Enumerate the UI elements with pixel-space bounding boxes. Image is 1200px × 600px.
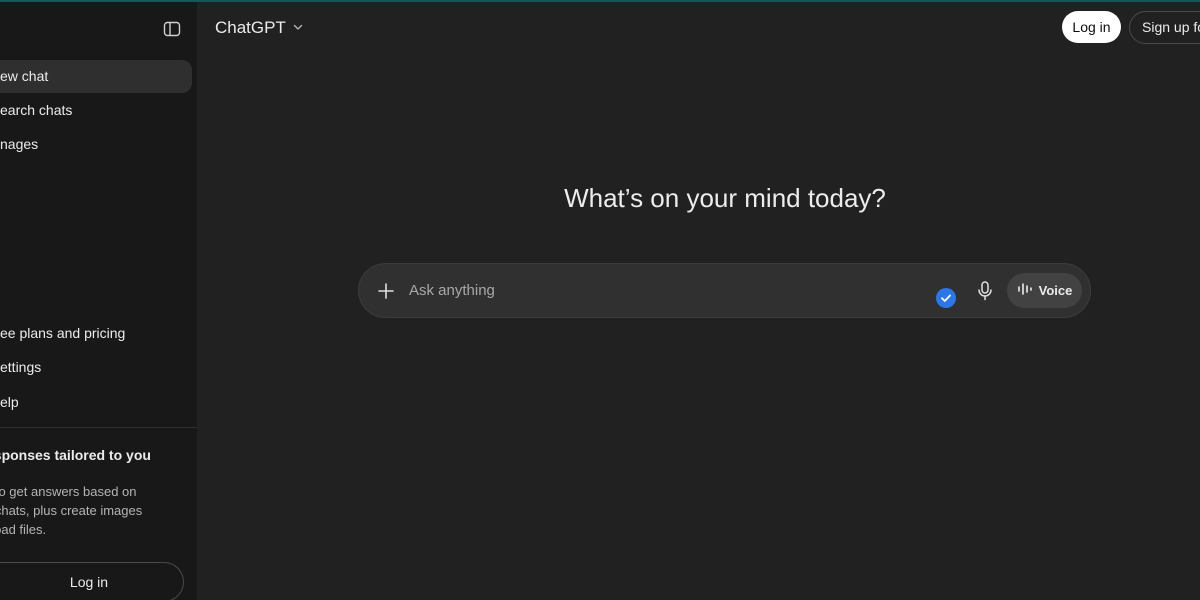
sidebar-item-search-chats[interactable]: earch chats <box>0 94 192 127</box>
sidebar-item-help[interactable]: elp <box>0 386 192 419</box>
plus-icon[interactable] <box>376 281 396 301</box>
waveform-icon <box>1017 282 1033 299</box>
prompt-input[interactable] <box>409 278 929 302</box>
page-headline: What’s on your mind today? <box>564 183 886 213</box>
voice-label: Voice <box>1038 283 1073 298</box>
model-name: ChatGPT <box>215 18 286 37</box>
sidebar-item-images[interactable]: nages <box>0 128 192 161</box>
sidebar-item-new-chat[interactable]: ew chat <box>0 60 192 93</box>
sidebar-item-label: earch chats <box>0 102 73 118</box>
sidebar-toggle-icon[interactable] <box>163 20 181 38</box>
promo-line: n to get answers based on <box>0 484 137 499</box>
promo-line: pload files. <box>0 522 47 537</box>
sidebar: ew chat earch chats nages ee plans and p… <box>0 2 197 600</box>
sidebar-item-label: elp <box>0 394 19 410</box>
sidebar-item-label: ee plans and pricing <box>0 325 126 341</box>
sidebar-item-label: ew chat <box>0 68 49 84</box>
model-switcher[interactable]: ChatGPT <box>215 17 304 39</box>
microphone-icon[interactable] <box>976 280 994 302</box>
sidebar-item-label: nages <box>0 136 39 152</box>
sidebar-item-settings[interactable]: ettings <box>0 351 192 384</box>
promo-body: n to get answers based on d chats, plus … <box>0 482 174 539</box>
chevron-down-icon <box>292 18 304 38</box>
sidebar-login-button[interactable]: Log in <box>0 562 184 600</box>
sidebar-divider <box>0 427 197 428</box>
sidebar-item-label: ettings <box>0 359 42 375</box>
promo-line: d chats, plus create images <box>0 503 143 518</box>
header-login-button[interactable]: Log in <box>1062 11 1121 43</box>
check-icon <box>936 288 956 308</box>
header-signup-button[interactable]: Sign up fo <box>1129 11 1200 44</box>
composer: Voice <box>358 263 1091 318</box>
sidebar-item-plans-pricing[interactable]: ee plans and pricing <box>0 317 192 350</box>
sidebar-login-label: Log in <box>69 574 109 590</box>
promo-title: esponses tailored to you <box>0 447 151 463</box>
voice-button[interactable]: Voice <box>1007 273 1082 308</box>
